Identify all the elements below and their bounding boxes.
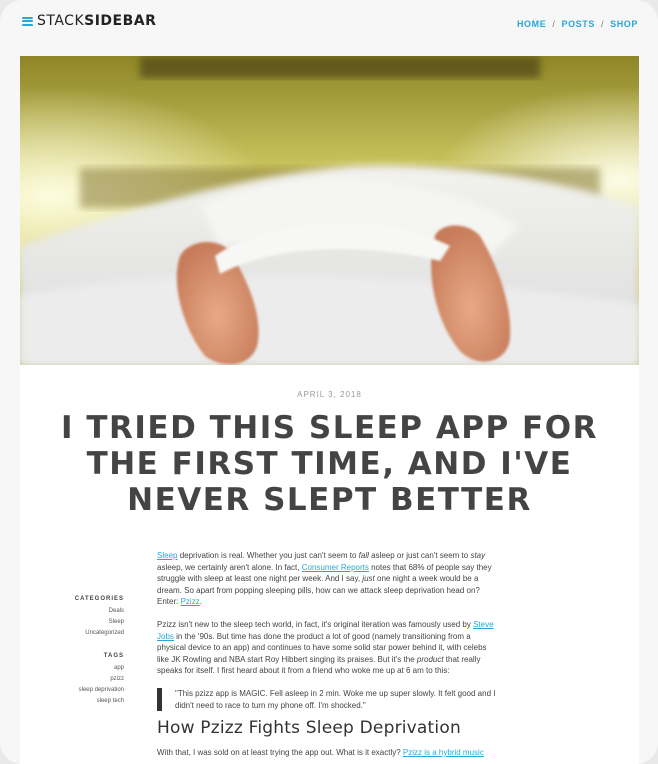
category-link-sleep[interactable]: Sleep: [60, 617, 124, 628]
tag-link-pzizz[interactable]: pzizz: [60, 674, 124, 685]
main-nav: HOME / POSTS / SHOP: [517, 19, 638, 29]
category-link-deals[interactable]: Deals: [60, 606, 124, 617]
category-link-uncategorized[interactable]: Uncategorized: [60, 628, 124, 639]
hero-image: [20, 56, 639, 365]
paragraph-description: With that, I was sold on at least trying…: [157, 747, 484, 757]
nav-shop-link[interactable]: SHOP: [610, 19, 638, 29]
post-sidebar: CATEGORIES Deals Sleep Uncategorized TAG…: [60, 596, 124, 721]
nav-separator: /: [600, 19, 605, 29]
paragraph-history: Pzizz isn't new to the sleep tech world,…: [157, 619, 494, 676]
page-frame: STACKSIDEBAR HOME / POSTS / SHOP APRIL 3…: [0, 0, 658, 764]
tags-group: TAGS app pzizz sleep deprivation sleep t…: [60, 653, 124, 707]
nav-separator: /: [552, 19, 556, 29]
paragraph-intro: Sleep deprivation is real. Whether you j…: [157, 551, 492, 607]
tag-link-sleep-deprivation[interactable]: sleep deprivation: [60, 685, 124, 696]
sleep-link[interactable]: Sleep: [157, 551, 177, 560]
post-card: APRIL 3, 2018 I TRIED THIS SLEEP APP FOR…: [20, 56, 639, 764]
categories-heading: CATEGORIES: [74, 596, 124, 602]
tag-link-sleep-tech[interactable]: sleep tech: [60, 696, 124, 707]
logo-text: STACKSIDEBAR: [37, 13, 157, 29]
tag-link-app[interactable]: app: [60, 663, 124, 674]
hybrid-music-link[interactable]: Pzizz is a hybrid music: [403, 748, 484, 757]
section-heading: How Pzizz Fights Sleep Deprivation: [157, 718, 461, 739]
post-date: APRIL 3, 2018: [297, 390, 362, 399]
site-header: STACKSIDEBAR HOME / POSTS / SHOP: [0, 0, 658, 46]
post-body: Sleep deprivation is real. Whether you j…: [157, 550, 497, 764]
friend-quote: "This pzizz app is MAGIC. Fell asleep in…: [157, 687, 497, 712]
consumer-reports-link[interactable]: Consumer Reports: [302, 563, 369, 572]
post-title: I TRIED THIS SLEEP APP FOR THE FIRST TIM…: [61, 410, 598, 518]
tags-heading: TAGS: [103, 653, 124, 659]
categories-group: CATEGORIES Deals Sleep Uncategorized: [60, 596, 124, 639]
nav-home-link[interactable]: HOME: [517, 19, 546, 29]
site-logo[interactable]: STACKSIDEBAR: [22, 13, 156, 29]
hero-photo-feet-in-bed: [20, 56, 639, 365]
pzizz-link[interactable]: Pzizz: [181, 597, 200, 606]
stack-icon: [22, 16, 33, 26]
nav-posts-link[interactable]: POSTS: [561, 19, 595, 29]
